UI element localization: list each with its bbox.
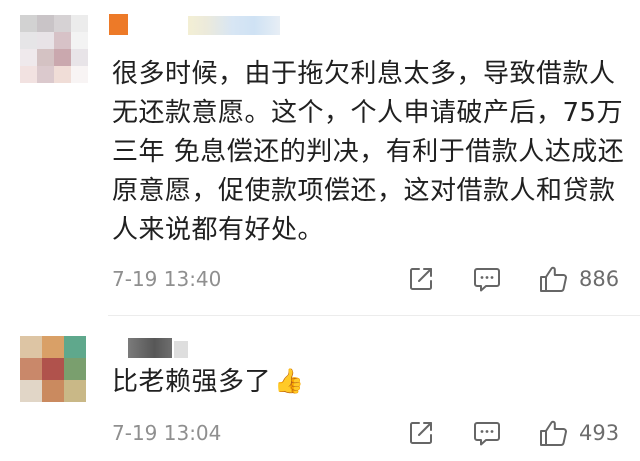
comment-meta: 7-19 13:40 886 (112, 263, 632, 295)
comment-time: 7-19 13:40 (112, 267, 222, 291)
username[interactable] (109, 14, 128, 35)
like-button[interactable]: 493 (539, 417, 619, 449)
comment-text: 比老赖强多了 👍 (112, 362, 632, 401)
avatar[interactable] (20, 15, 88, 83)
comment-text: 很多时候，由于拖欠利息太多，导致借款人 无还款意愿。这个，个人申请破产后，75万… (112, 55, 632, 250)
comment-text-line: 很多时候，由于拖欠利息太多，导致借款人 (112, 59, 616, 89)
comment-text-line: 三年 免息偿还的判决，有利于借款人达成还 (112, 137, 625, 167)
like-count: 886 (579, 267, 620, 291)
thumbs-up-icon (540, 266, 567, 292)
reply-button[interactable] (473, 417, 501, 449)
comment-time: 7-19 13:04 (112, 421, 222, 445)
comment-icon (474, 421, 500, 445)
avatar[interactable] (20, 336, 86, 402)
username-badge (188, 16, 280, 35)
thumbs-up-emoji: 👍 (274, 367, 305, 395)
reply-button[interactable] (473, 263, 501, 295)
comment-text-line: 无还款意愿。这个，个人申请破产后，75万 (112, 98, 624, 128)
comment-text-line: 比老赖强多了 (112, 367, 272, 397)
username-badge (174, 341, 188, 358)
share-button[interactable] (408, 263, 434, 295)
like-button[interactable]: 886 (539, 263, 619, 295)
comment-text-line: 原意愿，促使款项偿还，这对借款人和贷款 (112, 176, 616, 206)
comment-list: 很多时候，由于拖欠利息太多，导致借款人 无还款意愿。这个，个人申请破产后，75万… (0, 0, 640, 461)
comment-text-line: 人来说都有好处。 (112, 215, 325, 245)
share-icon (410, 422, 432, 444)
share-button[interactable] (408, 417, 434, 449)
username[interactable] (128, 338, 172, 358)
comment-icon (474, 267, 500, 291)
thumbs-up-icon (540, 420, 567, 446)
share-icon (410, 268, 432, 290)
like-count: 493 (579, 421, 620, 445)
comment-meta: 7-19 13:04 493 (112, 417, 632, 449)
